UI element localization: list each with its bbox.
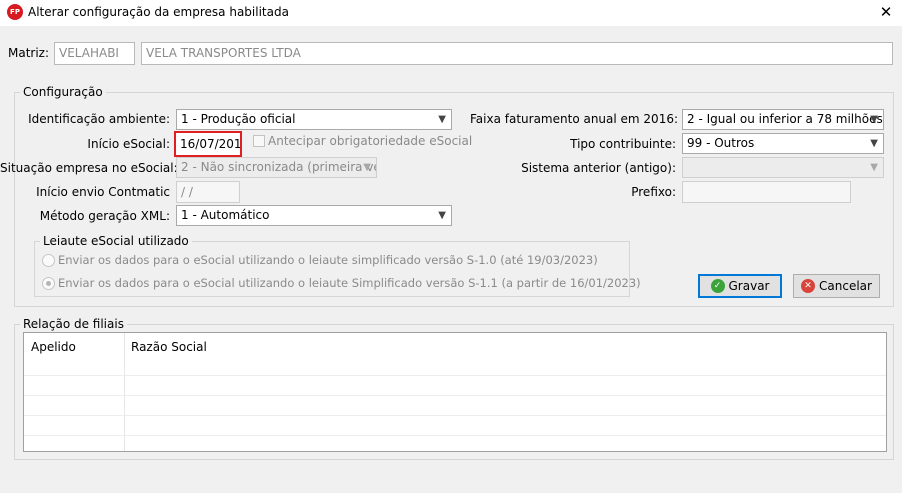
inicio-esocial-label: Início eSocial: xyxy=(87,137,170,151)
leiaute-s11-label: Enviar os dados para o eSocial utilizand… xyxy=(58,276,641,290)
cancelar-label: Cancelar xyxy=(819,279,872,293)
app-logo-icon: FP xyxy=(7,4,23,20)
chevron-down-icon: ▼ xyxy=(870,162,878,173)
sistema-label: Sistema anterior (antigo): xyxy=(521,161,676,175)
column-header-razao-social[interactable]: Razão Social xyxy=(131,340,207,354)
situacao-value: 2 - Não sincronizada (primeira vez xyxy=(181,160,377,174)
faixa-select[interactable]: 2 - Igual ou inferior a 78 milhões ▼ xyxy=(682,109,884,130)
metodo-label: Método geração XML: xyxy=(39,209,170,223)
metodo-select[interactable]: 1 - Automático ▼ xyxy=(176,205,452,226)
identificacao-select[interactable]: 1 - Produção oficial ▼ xyxy=(176,109,452,130)
chevron-down-icon: ▼ xyxy=(363,162,371,173)
sistema-select[interactable]: ▼ xyxy=(682,157,884,178)
situacao-label: Situação empresa no eSocial: xyxy=(0,161,178,175)
table-row[interactable] xyxy=(24,377,886,396)
table-row[interactable] xyxy=(24,417,886,436)
inicio-envio-field[interactable]: / / xyxy=(176,181,240,203)
faixa-value: 2 - Igual ou inferior a 78 milhões xyxy=(687,112,883,126)
configuracao-group-title: Configuração xyxy=(20,85,106,99)
column-header-apelido[interactable]: Apelido xyxy=(31,340,76,354)
situacao-select[interactable]: 2 - Não sincronizada (primeira vez ▼ xyxy=(176,157,377,178)
leiaute-s11-radio[interactable] xyxy=(42,277,55,290)
chevron-down-icon: ▼ xyxy=(438,210,446,221)
close-icon: ✕ xyxy=(879,3,893,21)
antecipar-checkbox[interactable] xyxy=(253,135,265,147)
gravar-label: Gravar xyxy=(728,279,770,293)
cancelar-button[interactable]: ✕ Cancelar xyxy=(793,274,880,298)
gravar-button[interactable]: ✓ Gravar xyxy=(698,274,782,298)
filiais-table[interactable]: Apelido Razão Social xyxy=(23,332,887,452)
window-title: Alterar configuração da empresa habilita… xyxy=(28,5,289,19)
leiaute-s10-label: Enviar os dados para o eSocial utilizand… xyxy=(58,253,598,267)
table-row[interactable] xyxy=(24,357,886,376)
matriz-label: Matriz: xyxy=(8,46,50,60)
leiaute-s10-radio[interactable] xyxy=(42,254,55,267)
chevron-down-icon: ▼ xyxy=(438,114,446,125)
tipo-value: 99 - Outros xyxy=(687,136,755,150)
leiaute-group-title: Leiaute eSocial utilizado xyxy=(40,234,192,248)
prefixo-field[interactable] xyxy=(682,181,851,203)
matriz-name-field[interactable]: VELA TRANSPORTES LTDA xyxy=(141,42,893,65)
chevron-down-icon: ▼ xyxy=(870,114,878,125)
inicio-esocial-field[interactable]: 16/07/2018 xyxy=(174,131,242,157)
identificacao-value: 1 - Produção oficial xyxy=(181,112,296,126)
chevron-down-icon: ▼ xyxy=(870,138,878,149)
antecipar-label: Antecipar obrigatoriedade eSocial xyxy=(268,134,473,148)
prefixo-label: Prefixo: xyxy=(631,185,676,199)
tipo-select[interactable]: 99 - Outros ▼ xyxy=(682,133,884,154)
faixa-label: Faixa faturamento anual em 2016: xyxy=(470,112,679,126)
metodo-value: 1 - Automático xyxy=(181,208,270,222)
close-button[interactable]: ✕ xyxy=(870,0,902,26)
table-row[interactable] xyxy=(24,397,886,416)
check-icon: ✓ xyxy=(710,279,725,293)
filiais-group-title: Relação de filiais xyxy=(20,317,127,331)
cancel-icon: ✕ xyxy=(801,279,816,293)
identificacao-label: Identificação ambiente: xyxy=(28,112,170,126)
tipo-label: Tipo contribuinte: xyxy=(570,137,676,151)
inicio-envio-label: Início envio Contmatic xyxy=(36,185,170,199)
matriz-code-field[interactable]: VELAHABI xyxy=(54,42,135,65)
